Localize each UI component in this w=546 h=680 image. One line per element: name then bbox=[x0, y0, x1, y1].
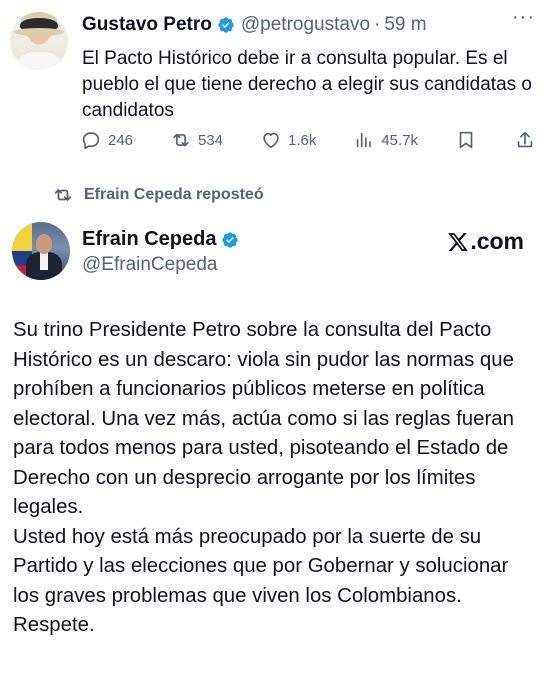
author-name[interactable]: Gustavo Petro bbox=[82, 14, 212, 36]
repost-banner-text[interactable]: Efrain Cepeda reposteó bbox=[84, 186, 264, 204]
main-tweet-paragraph-1: Su trino Presidente Petro sobre la consu… bbox=[13, 319, 514, 518]
avatar-efrain-cepeda[interactable] bbox=[12, 222, 70, 280]
main-tweet-text: Su trino Presidente Petro sobre la consu… bbox=[13, 316, 537, 641]
views-button[interactable]: 45.7k bbox=[353, 129, 418, 151]
bookmark-icon bbox=[459, 131, 473, 149]
repost-button[interactable]: 534 bbox=[170, 129, 223, 151]
reply-icon bbox=[82, 132, 100, 150]
repost-banner-icon bbox=[54, 189, 72, 201]
x-com-text: .com bbox=[470, 228, 524, 254]
author-handle[interactable]: @petrogustavo bbox=[241, 14, 370, 36]
share-button[interactable] bbox=[514, 129, 536, 151]
bookmark-button[interactable] bbox=[455, 129, 477, 151]
more-options-icon[interactable]: ··· bbox=[512, 7, 534, 30]
like-button[interactable]: 1.6k bbox=[260, 129, 316, 151]
reply-count: 246 bbox=[108, 131, 134, 149]
author-name-main[interactable]: Efrain Cepeda bbox=[82, 228, 216, 251]
repost-banner: Efrain Cepeda reposteó bbox=[52, 186, 264, 204]
share-icon bbox=[517, 131, 533, 148]
main-tweet-paragraph-2: Usted hoy está más preocupado por la sue… bbox=[13, 525, 509, 637]
tweet-time[interactable]: 59 m bbox=[384, 14, 426, 36]
views-icon bbox=[357, 132, 372, 148]
verified-badge-icon bbox=[218, 17, 234, 33]
avatar-gustavo-petro[interactable] bbox=[10, 12, 68, 70]
quoted-tweet-header: Gustavo Petro @petrogustavo · 59 m bbox=[82, 14, 427, 36]
views-count: 45.7k bbox=[381, 131, 419, 149]
main-tweet-author: Efrain Cepeda bbox=[82, 228, 245, 251]
repost-icon bbox=[173, 133, 189, 147]
repost-count: 534 bbox=[198, 131, 224, 149]
like-count: 1.6k bbox=[288, 131, 317, 149]
x-com-watermark: .com bbox=[447, 228, 524, 255]
author-handle-main[interactable]: @EfrainCepeda bbox=[82, 254, 217, 276]
verified-badge-icon bbox=[222, 231, 239, 248]
x-logo-icon bbox=[448, 232, 469, 251]
separator-dot: · bbox=[374, 14, 381, 35]
tweet-action-bar: 246 534 1.6k 45.7k bbox=[80, 129, 536, 151]
quoted-tweet-text: El Pacto Histórico debe ir a consulta po… bbox=[82, 48, 532, 121]
heart-icon bbox=[263, 132, 279, 149]
reply-button[interactable]: 246 bbox=[80, 129, 133, 151]
